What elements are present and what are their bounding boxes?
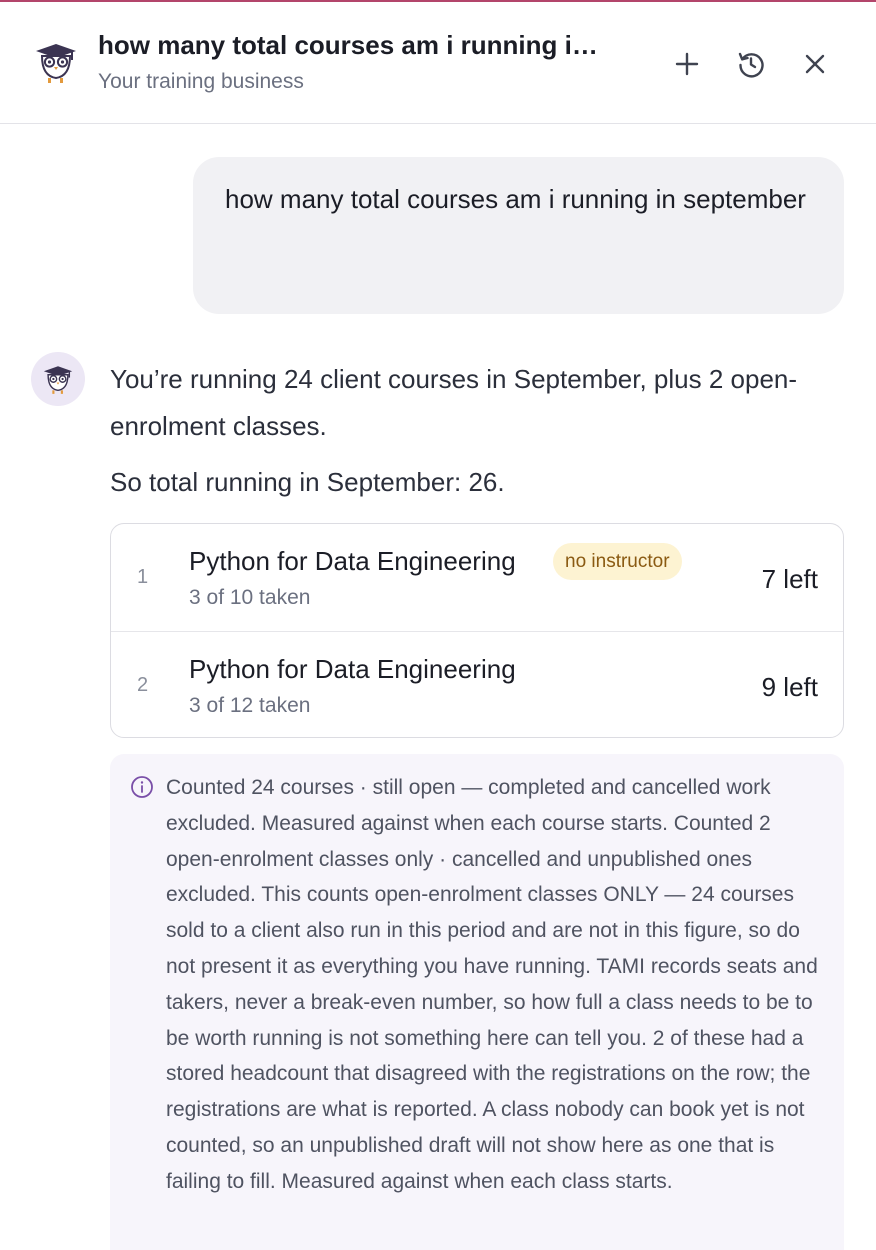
course-taken: 3 of 12 taken — [189, 694, 311, 717]
course-name: Python for Data Engineering — [189, 546, 516, 576]
answer-total: So total running in September: 26. — [110, 467, 505, 497]
seats-left: 9 left — [761, 672, 818, 702]
conversation-title: how many total courses am i running i… — [98, 30, 598, 60]
course-list: 1 Python for Data Engineering no instruc… — [110, 523, 844, 738]
course-index: 2 — [137, 674, 149, 696]
answer-summary: You’re running 24 client courses in Sept… — [110, 364, 798, 441]
course-row[interactable]: 2 Python for Data Engineering 3 of 12 ta… — [111, 631, 843, 737]
history-button[interactable] — [733, 46, 769, 82]
no-instructor-badge: no instructor — [553, 543, 682, 580]
course-taken: 3 of 10 taken — [189, 586, 311, 609]
course-index: 1 — [137, 566, 149, 588]
conversation-subtitle: Your training business — [98, 70, 304, 93]
seats-left: 7 left — [761, 564, 818, 594]
plus-icon — [675, 52, 699, 76]
methodology-note: Counted 24 courses · still open — comple… — [110, 754, 844, 1250]
close-button[interactable] — [797, 46, 833, 82]
history-icon — [738, 52, 764, 78]
owl-graduate-icon — [43, 366, 73, 394]
chat-header: how many total courses am i running i… Y… — [0, 2, 876, 124]
info-icon — [131, 776, 153, 798]
note-text: Counted 24 courses · still open — comple… — [166, 776, 818, 1193]
assistant-avatar — [31, 352, 85, 406]
course-row[interactable]: 1 Python for Data Engineering no instruc… — [111, 524, 843, 631]
user-message-text: how many total courses am i running in s… — [225, 184, 806, 214]
new-chat-button[interactable] — [669, 46, 705, 82]
owl-graduate-logo — [32, 40, 80, 84]
close-icon — [805, 54, 825, 74]
assistant-answer: You’re running 24 client courses in Sept… — [110, 356, 810, 506]
course-name: Python for Data Engineering — [189, 654, 516, 684]
user-message-bubble: how many total courses am i running in s… — [193, 157, 844, 314]
